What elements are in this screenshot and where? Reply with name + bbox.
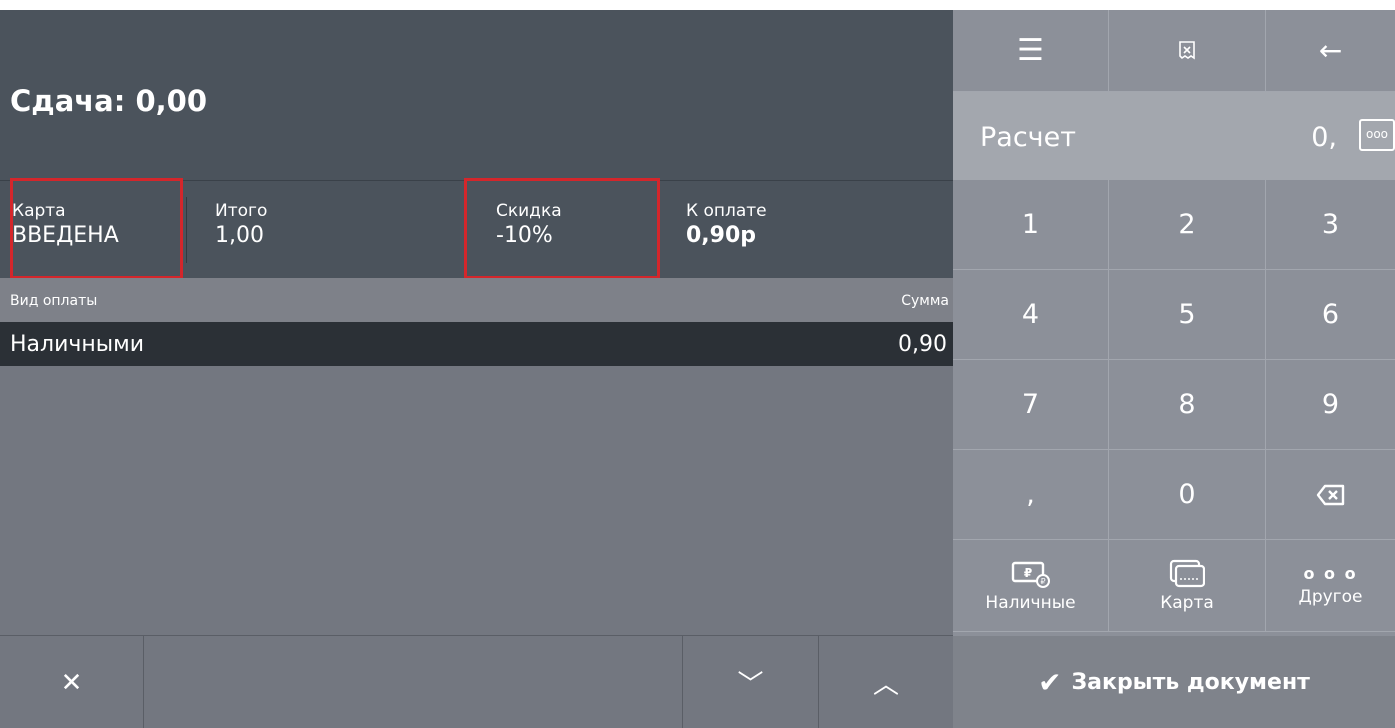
more-icon: o o o <box>1303 564 1358 583</box>
chevron-up-icon: ︿ <box>872 670 899 700</box>
key-1[interactable]: 1 <box>953 180 1109 270</box>
menu-button[interactable]: ☰ <box>953 10 1109 92</box>
arrow-left-icon: ← <box>1318 34 1343 67</box>
cancel-receipt-button[interactable] <box>1109 10 1266 92</box>
close-document-label: Закрыть документ <box>1071 669 1310 695</box>
keypad-panel: ☰ ← Расчет 0, ooo 1 2 3 4 5 6 7 8 9 , 0 <box>953 10 1395 728</box>
delete-row-button[interactable]: ✕ <box>0 636 144 728</box>
to-pay-label: К оплате <box>686 201 767 221</box>
pay-cash-button[interactable]: ₽ ₽ Наличные <box>953 540 1109 632</box>
backspace-button[interactable] <box>1266 450 1395 540</box>
table-header: Вид оплаты Сумма <box>0 278 953 322</box>
change-amount: Сдача: 0,00 <box>10 84 207 118</box>
backspace-icon <box>1316 484 1344 505</box>
pay-cash-label: Наличные <box>985 592 1076 613</box>
to-pay-value: 0,90р <box>686 223 757 248</box>
amount-display: Расчет 0, ooo <box>953 92 1395 180</box>
close-document-button[interactable]: ✔ Закрыть документ <box>953 636 1395 728</box>
display-value: 0, <box>1311 122 1337 153</box>
key-9[interactable]: 9 <box>1266 360 1395 450</box>
cash-icon: ₽ ₽ <box>1011 561 1050 588</box>
change-header: Сдача: 0,00 <box>0 10 953 180</box>
total-label: Итого <box>215 201 268 221</box>
key-2[interactable]: 2 <box>1109 180 1266 270</box>
key-7[interactable]: 7 <box>953 360 1109 450</box>
svg-text:₽: ₽ <box>1023 566 1031 580</box>
card-highlight-frame <box>10 178 183 279</box>
svg-text:₽: ₽ <box>1040 577 1045 586</box>
key-5[interactable]: 5 <box>1109 270 1266 360</box>
key-6[interactable]: 6 <box>1266 270 1395 360</box>
payment-type-cell: Наличными <box>10 332 145 357</box>
column-payment-type: Вид оплаты <box>10 293 98 309</box>
bottom-toolbar: ✕ ﹀ ︿ <box>0 635 953 728</box>
key-4[interactable]: 4 <box>953 270 1109 360</box>
keypad-toolbar: ☰ ← <box>953 10 1395 92</box>
total-value: 1,00 <box>215 223 264 248</box>
column-amount: Сумма <box>901 293 949 309</box>
payment-panel: Сдача: 0,00 Карта ВВЕДЕНА Итого 1,00 Ски… <box>0 10 953 728</box>
toolbar-spacer <box>144 636 683 728</box>
pay-card-button[interactable]: Карта <box>1109 540 1266 632</box>
pay-other-button[interactable]: o o o Другое <box>1266 540 1395 632</box>
display-title: Расчет <box>980 122 1076 153</box>
scroll-down-button[interactable]: ﹀ <box>683 636 819 728</box>
more-options-icon[interactable]: ooo <box>1359 119 1395 151</box>
pay-other-label: Другое <box>1298 587 1363 607</box>
payment-amount-cell: 0,90 <box>898 332 947 357</box>
back-button[interactable]: ← <box>1266 10 1395 92</box>
chevron-down-icon: ﹀ <box>737 670 764 700</box>
table-row[interactable]: Наличными 0,90 <box>0 322 953 366</box>
divider <box>186 197 187 263</box>
menu-icon: ☰ <box>1017 33 1044 68</box>
close-icon: ✕ <box>60 667 83 698</box>
total-cell: Итого 1,00 <box>215 181 267 279</box>
receipt-cancel-icon <box>1179 40 1195 59</box>
key-3[interactable]: 3 <box>1266 180 1395 270</box>
scroll-up-button[interactable]: ︿ <box>819 636 953 728</box>
totals-bar: Карта ВВЕДЕНА Итого 1,00 Скидка -10% К о… <box>0 178 953 279</box>
pay-card-label: Карта <box>1160 592 1214 613</box>
discount-highlight-frame <box>464 178 660 279</box>
key-comma[interactable]: , <box>953 450 1109 540</box>
to-pay-cell: К оплате 0,90р <box>686 181 767 279</box>
key-8[interactable]: 8 <box>1109 360 1266 450</box>
card-icon <box>1169 559 1205 587</box>
checkmark-icon: ✔ <box>1038 665 1062 699</box>
key-0[interactable]: 0 <box>1109 450 1266 540</box>
